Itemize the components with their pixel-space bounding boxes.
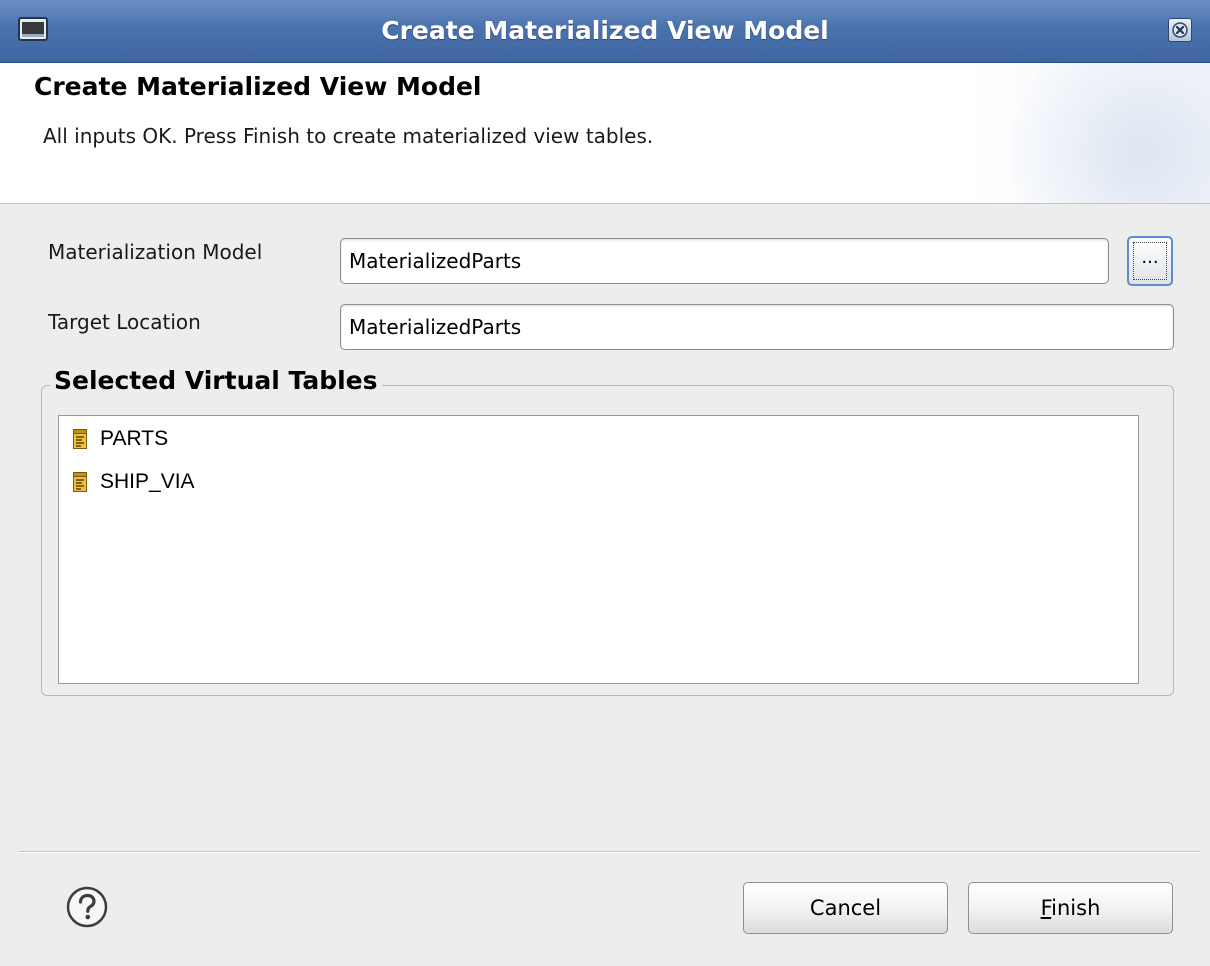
table-icon [73,472,87,492]
browse-button[interactable]: ... [1127,236,1173,286]
window-title: Create Materialized View Model [381,16,829,45]
list-item-label: PARTS [100,427,169,450]
footer-separator [18,851,1200,853]
finish-mnemonic: F [1040,896,1052,920]
target-location-field[interactable]: MaterializedParts [340,304,1174,350]
finish-label: inish [1051,896,1101,920]
finish-button[interactable]: Finish [968,882,1173,934]
focus-ring [1133,242,1167,280]
close-icon [1172,22,1188,38]
header-decoration [1010,63,1210,203]
list-item-label: SHIP_VIA [100,470,195,493]
dialog-window: Create Materialized View Model Create Ma… [0,0,1210,966]
table-icon [73,429,87,449]
list-item[interactable]: PARTS [73,423,168,455]
list-item[interactable]: SHIP_VIA [73,466,195,498]
materialization-model-label: Materialization Model [48,240,263,264]
close-button[interactable] [1168,18,1192,42]
cancel-button[interactable]: Cancel [743,882,948,934]
target-location-label: Target Location [48,310,201,334]
materialization-model-field[interactable]: MaterializedParts [340,238,1109,284]
title-bar[interactable]: Create Materialized View Model [0,0,1210,63]
page-title: Create Materialized View Model [34,72,482,101]
selected-tables-legend: Selected Virtual Tables [50,366,382,395]
help-icon[interactable] [65,885,109,929]
status-message: All inputs OK. Press Finish to create ma… [43,124,654,148]
selected-tables-list[interactable]: PARTS SHIP_VIA [58,415,1139,684]
